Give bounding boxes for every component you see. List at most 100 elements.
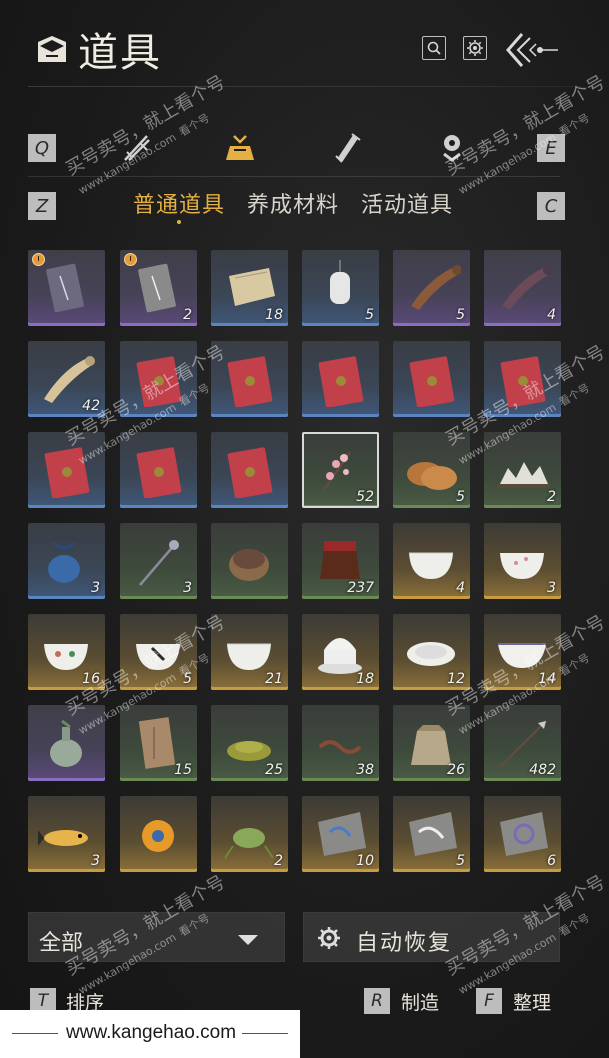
organize-label[interactable]: 整理	[513, 988, 551, 1015]
stone-slab-white-icon	[409, 812, 457, 856]
craft-label[interactable]: 制造	[401, 988, 439, 1015]
porcelain-bowl-icon	[409, 552, 453, 579]
item-count: 5	[456, 489, 465, 505]
item-slot-red-envelope[interactable]	[211, 432, 288, 508]
red-envelope-icon	[136, 447, 182, 498]
item-slot-tea-powder[interactable]: 25	[211, 705, 288, 781]
watermark-footer: www.kangehao.com	[0, 1010, 300, 1058]
search-button[interactable]	[422, 36, 446, 60]
item-slot-red-envelope[interactable]	[28, 432, 105, 508]
next-tab-key[interactable]: C	[537, 192, 565, 220]
item-slot-white-bowl[interactable]: 21	[211, 614, 288, 690]
item-slot-red-envelope[interactable]	[211, 341, 288, 417]
item-slot-red-envelope[interactable]	[302, 341, 379, 417]
silver-ticket-icon	[138, 263, 176, 313]
red-envelope-icon	[44, 447, 90, 498]
next-category-key[interactable]: E	[537, 134, 565, 162]
item-slot-plate[interactable]: 12	[393, 614, 470, 690]
item-slot-silver-ticket[interactable]: 2	[120, 250, 197, 326]
item-count: 21	[265, 671, 283, 687]
item-slot-hairpin[interactable]: 3	[120, 523, 197, 599]
item-slot-fish[interactable]: 3	[28, 796, 105, 872]
location-icon	[443, 135, 461, 162]
item-slot-rooster-bowl[interactable]: 5	[120, 614, 197, 690]
craft-key[interactable]: R	[364, 988, 390, 1014]
item-slot-earthworm[interactable]: 38	[302, 705, 379, 781]
tab-event-items[interactable]: 活动道具	[361, 187, 453, 219]
category-weapons[interactable]	[117, 128, 157, 168]
item-slot-scroll-paper[interactable]: 18	[211, 250, 288, 326]
item-slot-cloth-sack[interactable]: 26	[393, 705, 470, 781]
item-count: 482	[529, 762, 556, 778]
item-slot-celadon-vase[interactable]	[28, 705, 105, 781]
tab-common-items[interactable]: 普通道具	[133, 187, 225, 219]
item-slot-stone-slab-purple[interactable]: 6	[484, 796, 561, 872]
tab-cultivation-materials[interactable]: 养成材料	[247, 187, 339, 219]
item-slot-dark-horn[interactable]: 4	[484, 250, 561, 326]
red-envelope-icon	[318, 356, 364, 407]
cricket-icon	[224, 828, 274, 859]
blue-sachet-icon	[48, 541, 80, 583]
item-slot-wood-tablet[interactable]: 15	[120, 705, 197, 781]
search-icon	[427, 41, 441, 55]
dark-horn-icon	[502, 265, 552, 310]
item-slot-red-envelope[interactable]	[120, 432, 197, 508]
prev-category-key[interactable]: Q	[28, 134, 56, 162]
white-lantern-icon	[330, 260, 350, 304]
spiky-beetle-icon	[142, 820, 174, 852]
item-count: 6	[547, 853, 556, 869]
category-items[interactable]	[220, 128, 260, 168]
scroll-icon	[335, 133, 361, 163]
item-slot-red-envelope[interactable]	[120, 341, 197, 417]
brown-horn-icon	[411, 265, 461, 310]
back-icon[interactable]	[504, 30, 560, 70]
item-count: 3	[183, 580, 192, 596]
item-slot-blue-sachet[interactable]: 3	[28, 523, 105, 599]
item-slot-rimmed-bowl[interactable]: 14	[484, 614, 561, 690]
item-slot-lacquer-box[interactable]	[211, 523, 288, 599]
item-slot-flatbread[interactable]: 5	[393, 432, 470, 508]
category-documents[interactable]	[328, 128, 368, 168]
prev-tab-key[interactable]: Z	[28, 192, 56, 220]
fish-icon	[38, 830, 88, 846]
celadon-vase-icon	[50, 719, 82, 767]
filter-dropdown[interactable]: 全部	[28, 912, 285, 962]
item-slot-wine-jar[interactable]: 237	[302, 523, 379, 599]
gear-icon	[318, 927, 340, 949]
item-count: 16	[82, 671, 100, 687]
item-slot-plum-blossom[interactable]: 52	[302, 432, 379, 508]
item-slot-red-envelope[interactable]	[393, 341, 470, 417]
filter-label: 全部	[39, 931, 84, 956]
category-quest[interactable]	[432, 128, 472, 168]
red-envelope-icon	[136, 356, 182, 407]
rooster-bowl-icon	[136, 644, 180, 670]
item-slot-plum-bowl[interactable]: 3	[484, 523, 561, 599]
hairpin-icon	[139, 540, 179, 586]
item-slot-covered-bowl[interactable]: 18	[302, 614, 379, 690]
item-slot-rock-garden[interactable]: 2	[484, 432, 561, 508]
item-count: 3	[91, 580, 100, 596]
item-count: 4	[456, 580, 465, 596]
item-slot-purple-ticket[interactable]	[28, 250, 105, 326]
item-slot-red-envelope[interactable]	[484, 341, 561, 417]
item-count: 3	[547, 580, 556, 596]
item-slot-ivory-horn[interactable]: 42	[28, 341, 105, 417]
item-slot-spiky-beetle[interactable]	[120, 796, 197, 872]
item-slot-stone-slab-white[interactable]: 5	[393, 796, 470, 872]
item-slot-cricket[interactable]: 2	[211, 796, 288, 872]
item-count: 18	[356, 671, 374, 687]
item-count: 5	[183, 671, 192, 687]
item-slot-brown-horn[interactable]: 5	[393, 250, 470, 326]
item-count: 14	[538, 671, 556, 687]
item-count: 26	[447, 762, 465, 778]
item-slot-flower-bowl[interactable]: 16	[28, 614, 105, 690]
organize-key[interactable]: F	[476, 988, 502, 1014]
item-count: 2	[183, 307, 192, 323]
red-envelope-icon	[227, 356, 273, 407]
item-slot-arrow[interactable]: 482	[484, 705, 561, 781]
item-slot-porcelain-bowl[interactable]: 4	[393, 523, 470, 599]
settings-button[interactable]	[463, 36, 487, 60]
item-slot-stone-slab-blue[interactable]: 10	[302, 796, 379, 872]
auto-restore-button[interactable]: 自动恢复	[303, 912, 560, 962]
item-slot-white-lantern[interactable]: 5	[302, 250, 379, 326]
